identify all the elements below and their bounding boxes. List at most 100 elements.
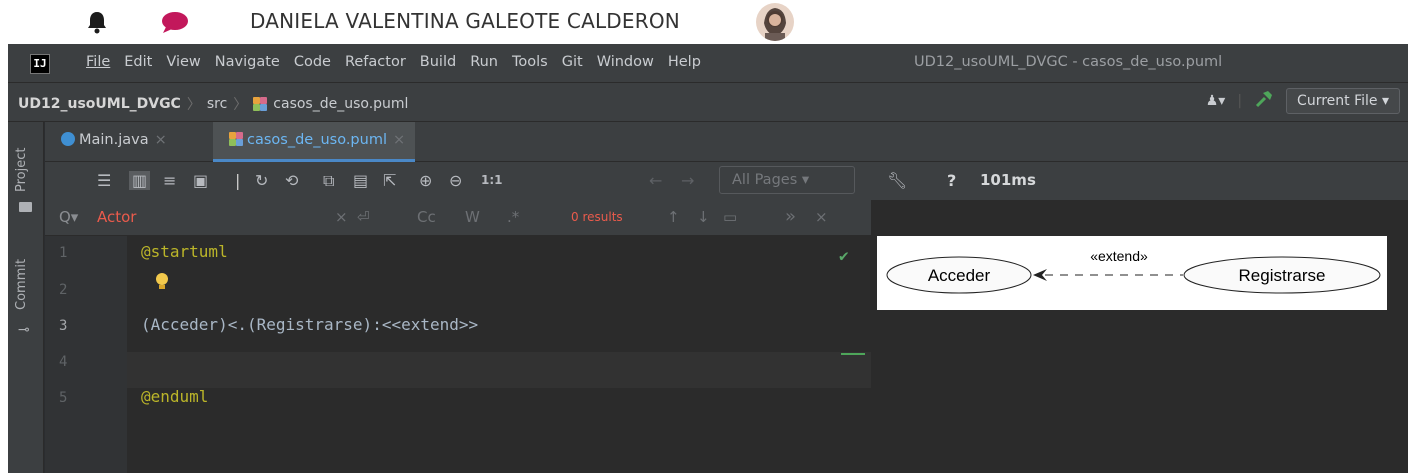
chevron-down-icon: ▾ — [801, 172, 810, 188]
code-line-5: @enduml — [141, 387, 209, 406]
editor-only-icon[interactable]: ☰ — [97, 171, 111, 190]
breadcrumb-project[interactable]: UD12_usoUML_DVGC — [18, 96, 181, 112]
breadcrumb: UD12_usoUML_DVGC 〉 src 〉 casos_de_uso.pu… — [18, 94, 408, 114]
menu-bar: IJ File Edit View Navigate Code Refactor… — [8, 44, 1408, 82]
zoom-out-icon[interactable]: ⊖ — [449, 171, 462, 190]
regex-toggle[interactable]: .* — [507, 208, 519, 226]
reload-icon[interactable]: ⟲ — [285, 171, 298, 190]
intellij-logo-icon: IJ — [30, 54, 50, 74]
close-icon[interactable]: × — [393, 132, 405, 148]
user-name: DANIELA VALENTINA GALEOTE CALDERON — [250, 9, 680, 33]
change-marker — [841, 353, 865, 355]
search-results-count: 0 results — [571, 210, 623, 224]
match-case-toggle[interactable]: Cc — [417, 208, 436, 226]
line-number: 1 — [59, 245, 68, 261]
avatar[interactable] — [756, 3, 794, 41]
usecase-registrarse-label: Registrarse — [1239, 266, 1326, 285]
breadcrumb-file[interactable]: casos_de_uso.puml — [273, 96, 408, 112]
menu-help[interactable]: Help — [668, 54, 701, 70]
search-icon[interactable]: Q▾ — [59, 208, 78, 226]
save-icon[interactable]: ▤ — [353, 171, 368, 190]
line-number: 3 — [59, 318, 68, 334]
folder-icon[interactable] — [19, 202, 32, 212]
uml-diagram: Acceder Registrarse «extend» — [877, 236, 1387, 310]
search-input[interactable]: Actor — [97, 208, 136, 226]
usecase-acceder-label: Acceder — [928, 266, 991, 285]
main-menu: File Edit View Navigate Code Refactor Bu… — [86, 54, 701, 70]
menu-git[interactable]: Git — [562, 54, 583, 70]
new-line-icon[interactable]: ⏎ — [357, 208, 370, 226]
close-search-icon[interactable]: × — [815, 208, 828, 226]
editor-tabs: Main.java × casos_de_uso.puml × — [45, 122, 1408, 162]
menu-window[interactable]: Window — [597, 54, 654, 70]
build-hammer-icon[interactable] — [1254, 89, 1274, 113]
menu-file[interactable]: File — [86, 54, 110, 70]
divider: | — [1237, 93, 1243, 109]
refresh-icon[interactable]: ↻ — [255, 171, 268, 190]
render-time: 101ms — [980, 171, 1036, 189]
relation-arrowhead — [1033, 269, 1047, 281]
preview-only-icon[interactable]: ≡ — [163, 171, 176, 190]
menu-build[interactable]: Build — [420, 54, 456, 70]
window-title: UD12_usoUML_DVGC - casos_de_uso.puml — [914, 54, 1223, 70]
open-external-icon[interactable]: ⇱ — [383, 171, 396, 190]
pages-select-label: All Pages — [732, 172, 798, 188]
commit-icon[interactable]: ⊸ — [18, 322, 30, 338]
line-gutter: 1 2 3 4 5 — [45, 236, 127, 473]
tab-label: casos_de_uso.puml — [247, 132, 387, 148]
run-configuration-label: Current File — [1297, 93, 1378, 109]
close-icon[interactable]: × — [155, 132, 167, 148]
line-number: 4 — [59, 354, 68, 370]
plantuml-file-icon — [253, 97, 268, 111]
next-occurrence-icon[interactable]: ↓ — [697, 208, 710, 226]
menu-navigate[interactable]: Navigate — [215, 54, 280, 70]
chevron-right-icon: 〉 — [233, 97, 248, 113]
user-account-icon[interactable]: ♟▾ — [1206, 93, 1226, 109]
help-button[interactable]: ? — [947, 171, 956, 190]
code-line-3: (Acceder)<.(Registrarse):<<extend>> — [141, 315, 479, 334]
more-icon[interactable]: » — [785, 206, 796, 227]
actual-size-button[interactable]: 1:1 — [481, 173, 503, 187]
pages-select[interactable]: All Pages ▾ — [719, 166, 855, 194]
bell-icon[interactable] — [86, 10, 108, 38]
java-class-icon — [61, 132, 75, 146]
chevron-right-icon: 〉 — [186, 97, 201, 113]
previous-occurrence-icon[interactable]: ↑ — [667, 208, 680, 226]
diagram-preview: Acceder Registrarse «extend» — [871, 200, 1408, 473]
image-icon[interactable]: ▣ — [193, 171, 208, 190]
find-bar: Q▾ Actor × ⏎ Cc W .* 0 results ↑ ↓ ▭ » × — [45, 200, 871, 236]
run-toolbar: ♟▾ | Current File ▾ — [1206, 88, 1400, 114]
menu-refactor[interactable]: Refactor — [345, 54, 406, 70]
run-configuration-select[interactable]: Current File ▾ — [1286, 88, 1400, 114]
navigation-bar: UD12_usoUML_DVGC 〉 src 〉 casos_de_uso.pu… — [8, 82, 1408, 122]
menu-code[interactable]: Code — [294, 54, 331, 70]
tab-casos-de-uso[interactable]: casos_de_uso.puml × — [213, 122, 416, 162]
split-view-icon[interactable]: ▥ — [129, 171, 151, 190]
plantuml-file-icon — [229, 132, 243, 146]
menu-edit[interactable]: Edit — [124, 54, 152, 70]
next-page-icon[interactable]: → — [681, 171, 694, 190]
ide-window: IJ File Edit View Navigate Code Refactor… — [8, 44, 1408, 473]
menu-view[interactable]: View — [166, 54, 200, 70]
settings-wrench-icon[interactable]: 🔧︎ — [887, 171, 907, 190]
tab-main-java[interactable]: Main.java × — [45, 122, 177, 162]
words-toggle[interactable]: W — [465, 208, 480, 226]
code-editor[interactable]: 1 2 3 4 5 @startuml (Acceder)<.(Registra… — [45, 236, 871, 473]
diagram-canvas: Acceder Registrarse «extend» — [886, 248, 1381, 294]
menu-tools[interactable]: Tools — [512, 54, 548, 70]
menu-run[interactable]: Run — [470, 54, 498, 70]
left-tool-strip: Project Commit ⊸ — [8, 122, 44, 473]
code-line-1: @startuml — [141, 242, 228, 261]
user-bar: DANIELA VALENTINA GALEOTE CALDERON — [0, 0, 1408, 44]
breadcrumb-folder[interactable]: src — [207, 96, 227, 112]
lightbulb-icon[interactable] — [155, 272, 169, 294]
zoom-in-icon[interactable]: ⊕ — [419, 171, 432, 190]
clear-icon[interactable]: × — [335, 208, 348, 226]
chat-icon[interactable] — [160, 11, 190, 37]
commit-tool-tab[interactable]: Commit — [14, 259, 29, 310]
select-all-icon[interactable]: ▭ — [723, 208, 737, 226]
chevron-down-icon: ▾ — [1381, 93, 1389, 109]
copy-icon[interactable]: ⧉ — [323, 171, 334, 191]
previous-page-icon[interactable]: ← — [649, 171, 662, 190]
project-tool-tab[interactable]: Project — [14, 148, 29, 192]
